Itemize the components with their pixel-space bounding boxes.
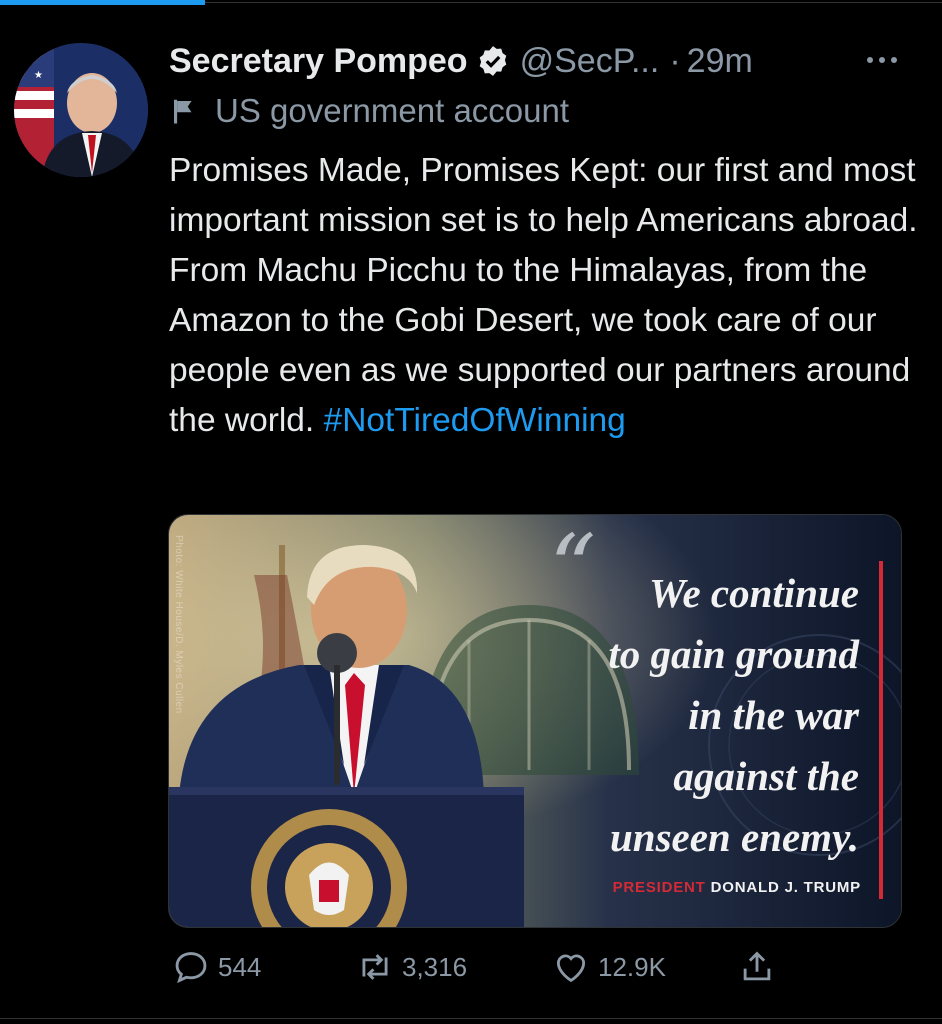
tweet-text: Promises Made, Promises Kept: our first … xyxy=(169,146,919,446)
quote-line: to gain ground xyxy=(608,631,859,677)
quote-attribution: PRESIDENT DONALD J. TRUMP xyxy=(613,879,861,896)
attribution-title: PRESIDENT xyxy=(612,879,706,896)
quote-line: against the xyxy=(673,753,859,799)
timestamp[interactable]: 29m xyxy=(687,42,753,81)
verified-icon xyxy=(479,46,506,76)
tweet-header: Secretary Pompeo @SecP... · 29m xyxy=(169,38,912,84)
government-account-label: US government account xyxy=(169,92,569,130)
attribution-name: DONALD J. TRUMP xyxy=(710,879,861,896)
quote-line: unseen enemy. xyxy=(609,814,859,860)
reply-button[interactable]: 544 xyxy=(172,948,261,986)
reply-count: 544 xyxy=(218,951,262,982)
quote-text: We continue to gain ground in the war ag… xyxy=(499,563,859,868)
separator-dot: · xyxy=(669,41,681,80)
hashtag-link[interactable]: #NotTiredOfWinning xyxy=(324,402,626,439)
author-handle[interactable]: @SecP... xyxy=(520,42,660,81)
flag-icon xyxy=(174,99,192,124)
divider xyxy=(205,2,942,3)
government-label-text: US government account xyxy=(215,92,570,129)
quote-line: in the war xyxy=(688,692,859,738)
like-icon xyxy=(556,954,586,983)
tweet-body: Promises Made, Promises Kept: our first … xyxy=(169,152,918,439)
like-button[interactable]: 12.9K xyxy=(552,948,666,986)
divider xyxy=(0,1018,942,1019)
like-count: 12.9K xyxy=(598,951,666,982)
retweet-button[interactable]: 3,316 xyxy=(356,948,467,986)
photo-credit: Photo: White House/D. Myles Cullen xyxy=(173,535,184,714)
quote-line: We continue xyxy=(649,570,859,616)
share-button[interactable] xyxy=(738,948,784,986)
reply-icon xyxy=(175,952,207,984)
more-icon[interactable] xyxy=(862,45,902,75)
share-icon xyxy=(743,951,771,981)
quote-accent-bar xyxy=(879,561,883,899)
tweet-actions: 544 3,316 12.9K xyxy=(168,948,908,994)
retweet-count: 3,316 xyxy=(402,951,468,982)
retweet-icon xyxy=(362,954,388,980)
tweet-media-image[interactable]: Photo: White House/D. Myles Cullen “ We … xyxy=(168,514,902,928)
avatar[interactable]: ★ ★ xyxy=(14,43,148,177)
loading-progress-bar xyxy=(0,0,205,5)
svg-text:★: ★ xyxy=(34,70,43,81)
author-name[interactable]: Secretary Pompeo xyxy=(169,42,468,81)
svg-text:★: ★ xyxy=(24,55,33,66)
